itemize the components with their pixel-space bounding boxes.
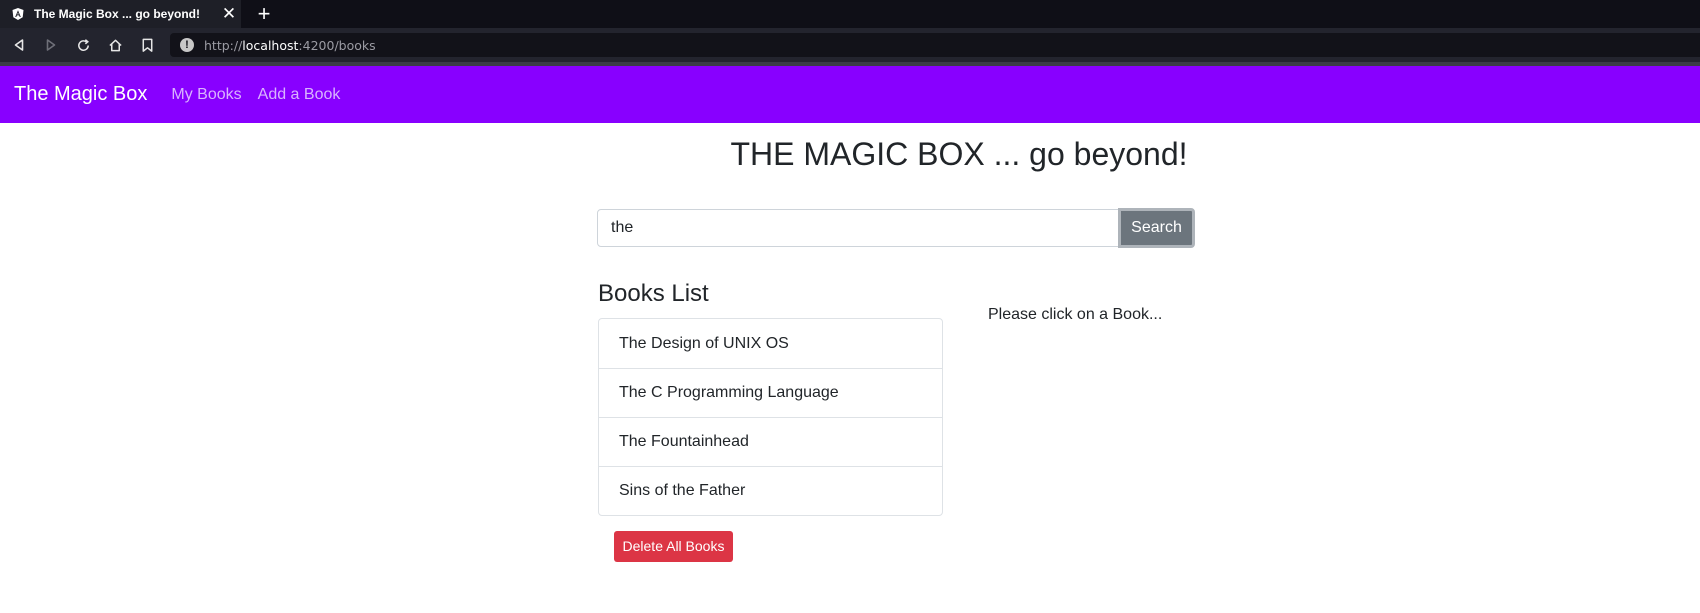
delete-all-books-button[interactable]: Delete All Books: [614, 531, 733, 562]
bookmark-icon[interactable]: [138, 36, 156, 54]
reload-icon[interactable]: [74, 36, 92, 54]
new-tab-icon[interactable]: +: [254, 3, 274, 25]
address-bar[interactable]: ! http://localhost:4200/books: [170, 33, 1700, 57]
book-list-item[interactable]: The C Programming Language: [599, 368, 942, 417]
url-text[interactable]: http://localhost:4200/books: [204, 38, 376, 53]
url-path: :4200/books: [298, 37, 376, 53]
page-title: THE MAGIC BOX ... go beyond!: [730, 136, 1188, 172]
angular-favicon-icon: [11, 7, 25, 21]
nav-link-add-book[interactable]: Add a Book: [258, 86, 341, 104]
forward-icon[interactable]: [42, 36, 60, 54]
book-list-item[interactable]: Sins of the Father: [599, 466, 942, 515]
back-icon[interactable]: [10, 36, 28, 54]
site-info-icon[interactable]: !: [180, 38, 194, 52]
search-button[interactable]: Search: [1118, 208, 1195, 248]
home-icon[interactable]: [106, 36, 124, 54]
search-input[interactable]: [597, 209, 1120, 247]
url-host: localhost: [242, 37, 299, 53]
books-list: The Design of UNIX OS The C Programming …: [598, 318, 943, 516]
browser-tab-strip: The Magic Box ... go beyond! ✕ +: [0, 0, 1700, 28]
browser-tab-title: The Magic Box ... go beyond!: [34, 7, 201, 21]
navbar-brand[interactable]: The Magic Box: [14, 83, 147, 106]
book-list-item[interactable]: The Design of UNIX OS: [599, 319, 942, 368]
browser-tab[interactable]: The Magic Box ... go beyond! ✕: [0, 0, 241, 28]
app-navbar: The Magic Box My Books Add a Book: [0, 66, 1700, 123]
book-list-item[interactable]: The Fountainhead: [599, 417, 942, 466]
url-scheme: http://: [204, 37, 243, 53]
nav-link-my-books[interactable]: My Books: [171, 86, 241, 104]
book-detail-hint: Please click on a Book...: [988, 306, 1163, 323]
books-list-heading: Books List: [598, 280, 709, 307]
close-tab-icon[interactable]: ✕: [221, 5, 237, 23]
